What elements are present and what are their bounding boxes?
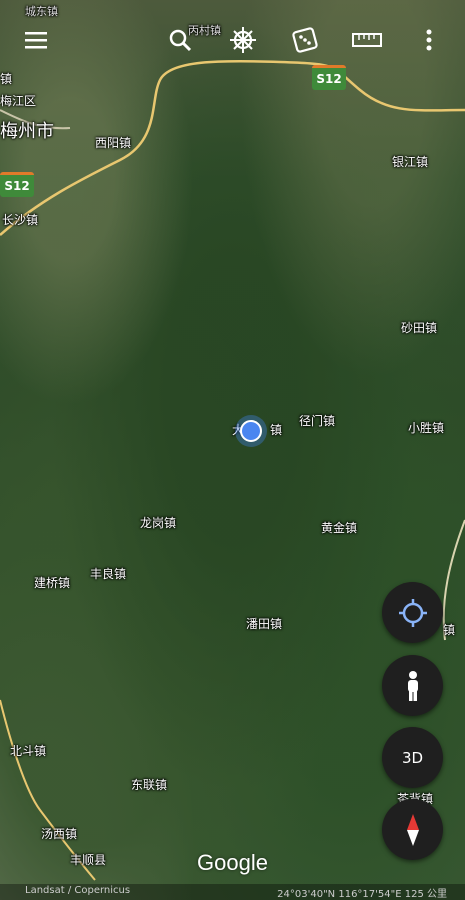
town-label: 城东镇 xyxy=(25,5,58,18)
road-shield-s12: S12 xyxy=(0,172,34,197)
town-label: 径门镇 xyxy=(299,414,336,428)
view-3d-button[interactable]: 3D xyxy=(382,727,443,788)
highway-s12-road xyxy=(0,59,465,236)
town-label: 黄金镇 xyxy=(321,521,358,535)
current-location-marker xyxy=(235,415,267,447)
menu-button[interactable] xyxy=(18,22,54,58)
feeling-lucky-button[interactable] xyxy=(287,22,323,58)
location-dot-core xyxy=(240,420,262,442)
town-label: 丙村镇 xyxy=(188,24,221,37)
dice-icon xyxy=(292,27,318,53)
google-logo: Google xyxy=(197,850,268,875)
town-label: 镇 xyxy=(0,72,13,86)
view-3d-label: 3D xyxy=(401,748,424,767)
district-label: 梅江区 xyxy=(0,94,37,108)
town-label: 长沙镇 xyxy=(2,213,39,227)
coordinates-readout: 24°03'40"N 116°17'54"E 125 公里 xyxy=(277,889,447,900)
town-label: 砂田镇 xyxy=(401,321,438,335)
ships-wheel-icon xyxy=(230,27,256,53)
town-label: 北斗镇 xyxy=(10,744,47,758)
town-label: 镇 xyxy=(443,623,456,637)
more-vertical-icon xyxy=(426,29,432,51)
city-label: 梅州市 xyxy=(0,121,54,142)
crosshair-location-icon xyxy=(398,598,427,627)
my-location-button[interactable] xyxy=(382,582,443,643)
measure-button[interactable] xyxy=(349,22,385,58)
imagery-attribution: Landsat / Copernicus xyxy=(25,885,131,896)
ruler-icon xyxy=(352,33,382,47)
town-label: 西阳镇 xyxy=(95,136,132,150)
town-label: 建桥镇 xyxy=(34,576,71,590)
town-label: 潘田镇 xyxy=(246,617,283,631)
town-label: 龙岗镇 xyxy=(140,516,177,530)
more-options-button[interactable] xyxy=(411,22,447,58)
street-view-button[interactable] xyxy=(382,655,443,716)
compass-icon xyxy=(406,813,419,846)
town-label: 汤西镇 xyxy=(41,827,78,841)
town-label: 银江镇 xyxy=(392,155,429,169)
hamburger-menu-icon xyxy=(25,32,47,49)
top-toolbar xyxy=(0,22,465,60)
voyager-button[interactable] xyxy=(225,22,261,58)
satellite-map[interactable]: 城东镇 丙村镇 S12 S12 镇 梅江区 梅州市 西阳镇 银江镇 长沙镇 砂田… xyxy=(0,0,465,900)
attribution-bar: Landsat / Copernicus 24°03'40"N 116°17'5… xyxy=(0,884,465,900)
town-label: 东联镇 xyxy=(131,778,168,792)
town-label: 小胜镇 xyxy=(408,421,445,435)
town-label: 镇 xyxy=(270,423,283,437)
pegman-icon xyxy=(407,670,418,701)
road-shield-s12: S12 xyxy=(312,65,346,90)
town-label: 丰良镇 xyxy=(90,567,127,581)
